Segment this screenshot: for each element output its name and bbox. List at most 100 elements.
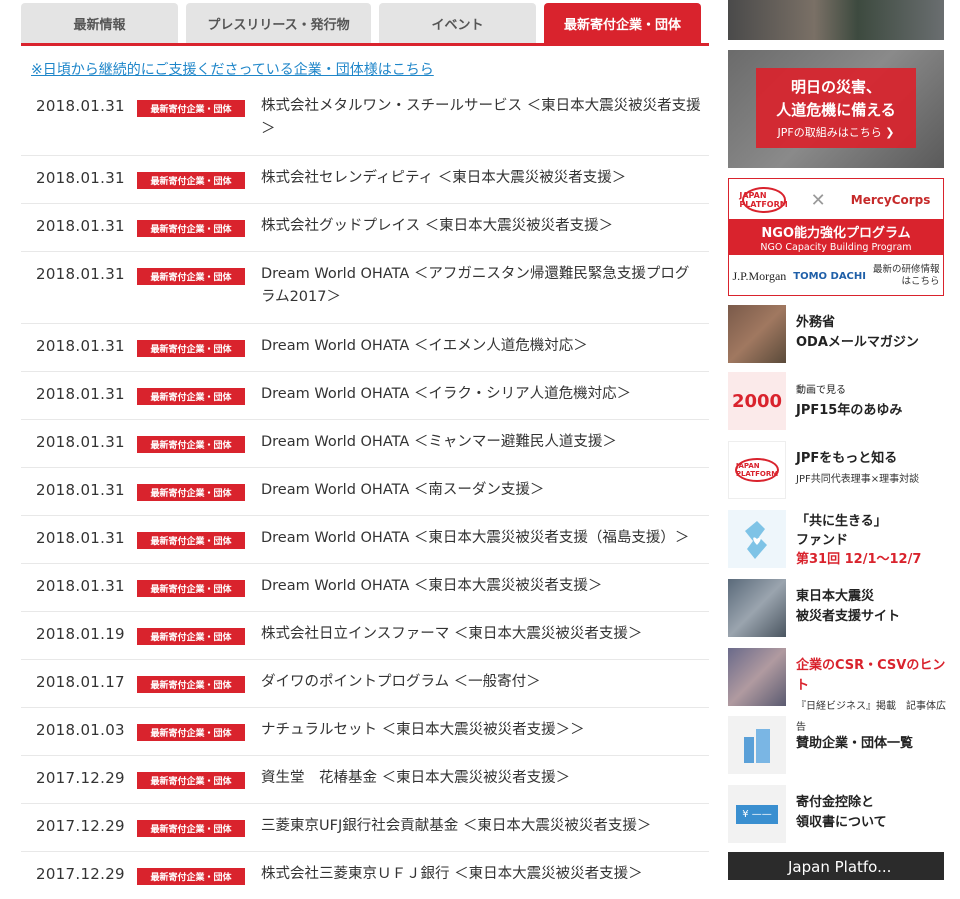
sidebar-item-supporters-list[interactable]: 賛助企業・団体一覧 (728, 716, 944, 776)
ngo-capacity-banner[interactable]: JAPAN PLATFORM ✕ MercyCorps NGO能力強化プログラム… (728, 178, 944, 296)
item-title[interactable]: ナチュラルセット ＜東日本大震災被災者支援＞＞ (261, 719, 701, 742)
category-badge: 最新寄付企業・団体 (137, 100, 245, 117)
partner-logos: JAPAN PLATFORM ✕ MercyCorps (729, 185, 943, 215)
item-date: 2018.01.31 (36, 433, 125, 451)
category-badge: 最新寄付企業・団体 (137, 268, 245, 285)
anniversary-number: 2000 (731, 390, 783, 412)
training-info-link: 最新の研修情報 はこちら (873, 264, 940, 288)
list-item[interactable]: 2018.01.31 最新寄付企業・団体 株式会社メタルワン・スチールサービス … (21, 84, 709, 156)
item-title[interactable]: Dream World OHATA ＜イラク・シリア人道危機対応＞ (261, 383, 701, 406)
list-item[interactable]: 2018.01.19 最新寄付企業・団体 株式会社日立インスファーマ ＜東日本大… (21, 612, 709, 660)
item-small-label: 動画で見る (796, 385, 846, 396)
item-title[interactable]: 三菱東京UFJ銀行社会貢献基金 ＜東日本大震災被災者支援＞ (261, 815, 701, 838)
item-date: 2017.12.29 (36, 865, 125, 883)
japan-platform-video-banner[interactable]: Japan Platfo... (728, 852, 944, 880)
children-photo (728, 305, 786, 363)
item-line-1: 「共に生きる」 (796, 514, 887, 529)
category-badge: 最新寄付企業・団体 (137, 676, 245, 693)
item-title[interactable]: 株式会社日立インスファーマ ＜東日本大震災被災者支援＞ (261, 623, 701, 646)
item-date: 2018.01.31 (36, 481, 125, 499)
item-title[interactable]: Dream World OHATA ＜イエメン人道危機対応＞ (261, 335, 701, 358)
donor-list: 2018.01.31 最新寄付企業・団体 株式会社メタルワン・スチールサービス … (21, 84, 709, 899)
sidebar-item-tomoni-fund[interactable]: 「共に生きる」 ファンド 第31回 12/1〜12/7 (728, 510, 944, 572)
list-item[interactable]: 2018.01.31 最新寄付企業・団体 Dream World OHATA ＜… (21, 516, 709, 564)
item-sub: JPF共同代表理事×理事対談 (796, 474, 920, 485)
tab-latest-news[interactable]: 最新情報 (21, 3, 178, 43)
list-item[interactable]: 2018.01.31 最新寄付企業・団体 Dream World OHATA ＜… (21, 252, 709, 324)
sidebar-item-text: 外務省 ODAメールマガジン (796, 313, 946, 353)
category-badge: 最新寄付企業・団体 (137, 820, 245, 837)
jpf-logo: JAPAN PLATFORM (739, 187, 788, 213)
jpf-logo-icon: JAPAN PLATFORM (735, 458, 779, 482)
item-date: 2018.01.31 (36, 217, 125, 235)
category-tabs: 最新情報 プレスリリース・発行物 イベント 最新寄付企業・団体 (21, 0, 709, 46)
item-title[interactable]: ダイワのポイントプログラム ＜一般寄付＞ (261, 671, 701, 694)
item-line-1: 企業のCSR・CSVのヒント (796, 658, 946, 693)
category-badge: 最新寄付企業・団体 (137, 532, 245, 549)
item-title[interactable]: Dream World OHATA ＜南スーダン支援＞ (261, 479, 701, 502)
list-item[interactable]: 2018.01.03 最新寄付企業・団体 ナチュラルセット ＜東日本大震災被災者… (21, 708, 709, 756)
handshake-photo (728, 579, 786, 637)
item-title[interactable]: 株式会社セレンディピティ ＜東日本大震災被災者支援＞ (261, 167, 701, 190)
item-title[interactable]: 資生堂 花椿基金 ＜東日本大震災被災者支援＞ (261, 767, 701, 790)
category-badge: 最新寄付企業・団体 (137, 628, 245, 645)
tab-press-releases[interactable]: プレスリリース・発行物 (186, 3, 371, 43)
tab-events[interactable]: イベント (379, 3, 536, 43)
sidebar-item-csr-hints[interactable]: 企業のCSR・CSVのヒント 『日経ビジネス』掲載 記事体広告 (728, 648, 946, 733)
item-date: 2017.12.29 (36, 769, 125, 787)
item-title[interactable]: 株式会社三菱東京ＵＦＪ銀行 ＜東日本大震災被災者支援＞ (261, 863, 701, 886)
category-badge: 最新寄付企業・団体 (137, 172, 245, 189)
tab-latest-donors[interactable]: 最新寄付企業・団体 (544, 3, 701, 43)
item-line-2: ODAメールマガジン (796, 335, 919, 350)
list-item[interactable]: 2017.12.29 最新寄付企業・団体 資生堂 花椿基金 ＜東日本大震災被災者… (21, 756, 709, 804)
item-date: 2018.01.17 (36, 673, 125, 691)
news-main-column: 最新情報 プレスリリース・発行物 イベント 最新寄付企業・団体 ※日頃から継続的… (21, 0, 709, 885)
top-photo-banner[interactable] (728, 0, 944, 40)
list-item[interactable]: 2018.01.17 最新寄付企業・団体 ダイワのポイントプログラム ＜一般寄付… (21, 660, 709, 708)
item-date: 2018.01.31 (36, 385, 125, 403)
sidebar-item-history-video[interactable]: 2000 動画で見る JPF15年のあゆみ (728, 372, 944, 432)
item-title[interactable]: Dream World OHATA ＜東日本大震災被災者支援（福島支援）＞ (261, 527, 701, 550)
jpmorgan-logo: J.P.Morgan (732, 268, 787, 283)
list-item[interactable]: 2018.01.31 最新寄付企業・団体 株式会社グッドプレイス ＜東日本大震災… (21, 204, 709, 252)
category-badge: 最新寄付企業・団体 (137, 388, 245, 405)
sidebar-item-oda-mail[interactable]: 外務省 ODAメールマガジン (728, 305, 944, 365)
list-item[interactable]: 2018.01.31 最新寄付企業・団体 Dream World OHATA ＜… (21, 420, 709, 468)
sidebar-item-about-jpf[interactable]: JAPAN PLATFORM JPFをもっと知る JPF共同代表理事×理事対談 (728, 441, 944, 501)
item-line-2: JPF15年のあゆみ (796, 403, 903, 418)
sidebar-item-tohoku-support[interactable]: 東日本大震災 被災者支援サイト (728, 579, 944, 639)
item-title[interactable]: Dream World OHATA ＜東日本大震災被災者支援＞ (261, 575, 701, 598)
list-item[interactable]: 2018.01.31 最新寄付企業・団体 株式会社セレンディピティ ＜東日本大震… (21, 156, 709, 204)
tomodachi-logo: TOMO DACHI (793, 270, 866, 282)
list-item[interactable]: 2018.01.31 最新寄付企業・団体 Dream World OHATA ＜… (21, 564, 709, 612)
list-item[interactable]: 2018.01.31 最新寄付企業・団体 Dream World OHATA ＜… (21, 372, 709, 420)
training-line-1: 最新の研修情報 (872, 264, 940, 275)
cross-icon: ✕ (810, 189, 826, 211)
list-item[interactable]: 2017.12.29 最新寄付企業・団体 三菱東京UFJ銀行社会貢献基金 ＜東日… (21, 804, 709, 852)
sidebar-item-text: 東日本大震災 被災者支援サイト (796, 587, 946, 627)
item-title[interactable]: Dream World OHATA ＜ミャンマー避難民人道支援＞ (261, 431, 701, 454)
banner-line-1: 明日の災害、 (790, 78, 881, 96)
category-badge: 最新寄付企業・団体 (137, 724, 245, 741)
sidebar-item-tax-deduction[interactable]: ¥ —— 寄付金控除と 領収書について (728, 785, 944, 845)
yen-card-icon: ¥ —— (728, 785, 786, 843)
item-title[interactable]: 株式会社メタルワン・スチールサービス ＜東日本大震災被災者支援＞ (261, 95, 701, 141)
sidebar-item-text: 寄付金控除と 領収書について (796, 793, 946, 833)
list-item[interactable]: 2018.01.31 最新寄付企業・団体 Dream World OHATA ＜… (21, 324, 709, 372)
ngo-program-title: NGO能力強化プログラム (761, 226, 911, 241)
item-line-2: 領収書について (796, 815, 887, 830)
item-date: 2018.01.31 (36, 169, 125, 187)
list-item[interactable]: 2018.01.31 最新寄付企業・団体 Dream World OHATA ＜… (21, 468, 709, 516)
item-line-2: ファンド (796, 533, 849, 548)
sidebar-item-text: 「共に生きる」 ファンド 第31回 12/1〜12/7 (796, 512, 946, 569)
group-photo (728, 648, 786, 706)
disaster-preparedness-banner[interactable]: 明日の災害、 人道危機に備える JPFの取組みはこちら ❯ (728, 50, 944, 168)
category-badge: 最新寄付企業・団体 (137, 772, 245, 789)
item-title[interactable]: 株式会社グッドプレイス ＜東日本大震災被災者支援＞ (261, 215, 701, 238)
continuing-supporters-link[interactable]: ※日頃から継続的にご支援くださっている企業・団体様はこちら (31, 60, 709, 80)
anniversary-logo: 2000 (728, 372, 786, 430)
item-title[interactable]: Dream World OHATA ＜アフガニスタン帰還難民緊急支援プログラム2… (261, 263, 701, 309)
list-item[interactable]: 2017.12.29 最新寄付企業・団体 株式会社三菱東京ＵＦＪ銀行 ＜東日本大… (21, 852, 709, 899)
japan-map-heart-icon (728, 510, 786, 568)
ngo-banner-footer: J.P.Morgan TOMO DACHI 最新の研修情報 はこちら (729, 259, 943, 293)
